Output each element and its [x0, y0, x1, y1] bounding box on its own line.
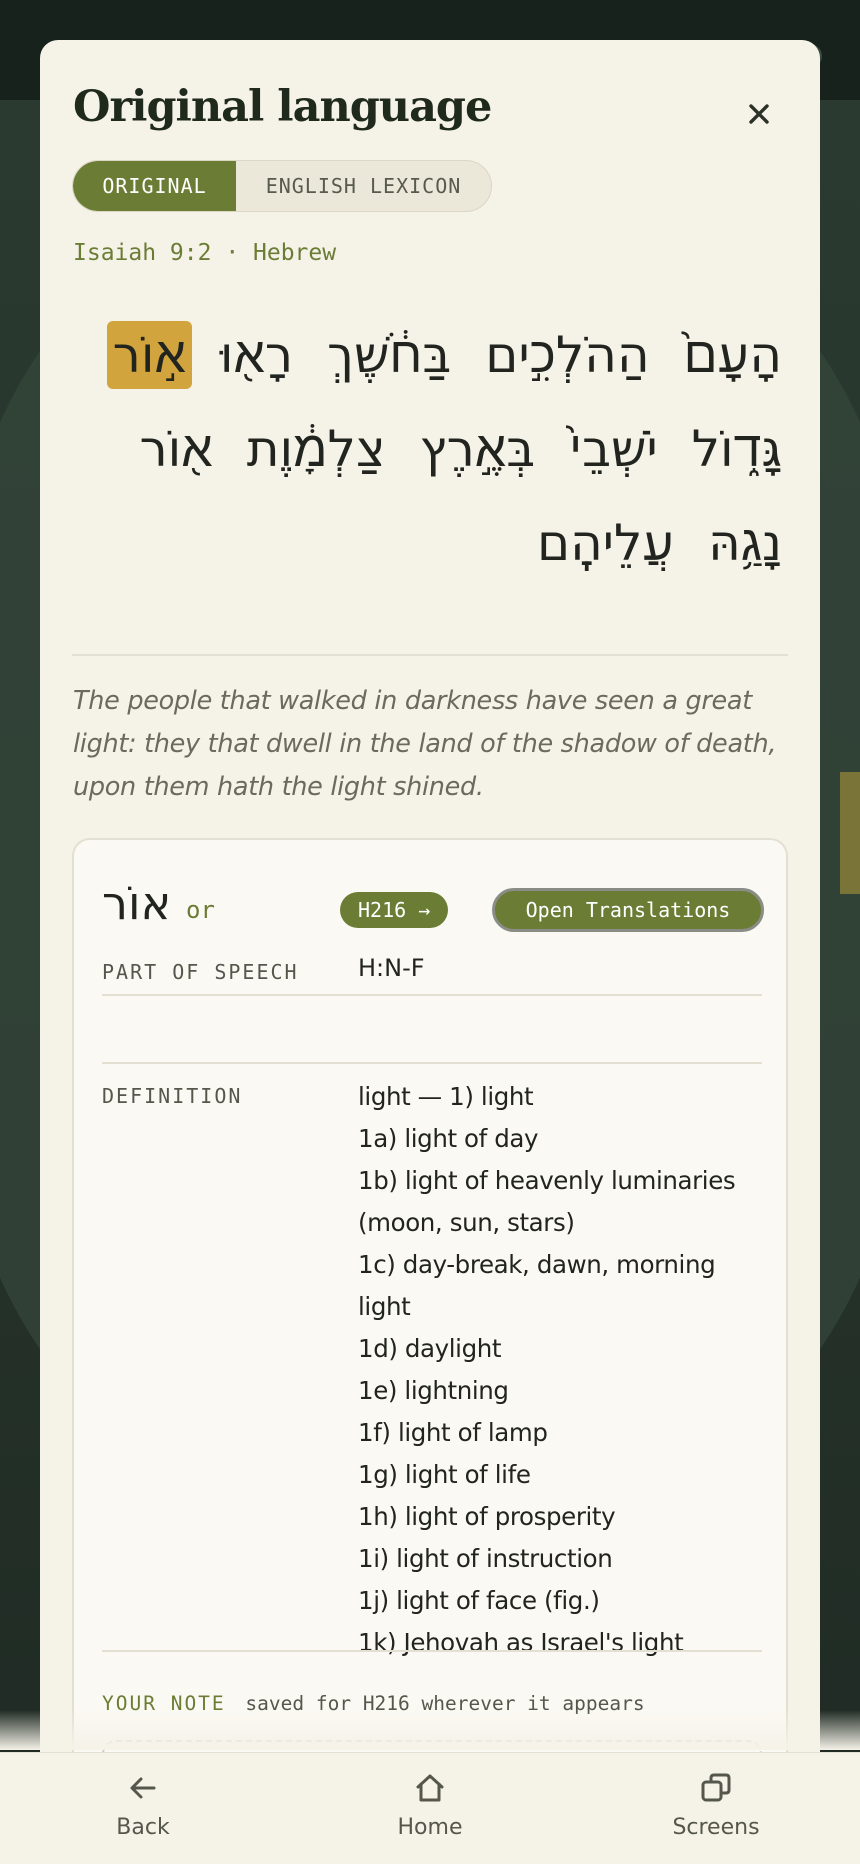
nav-back[interactable]: Back	[63, 1771, 223, 1840]
definition-item: 1f) light of lamp	[358, 1418, 548, 1447]
hebrew-word[interactable]: רָא֖וּ	[214, 321, 299, 389]
definition-item: 1b) light of heavenly luminaries (moon, …	[358, 1166, 736, 1237]
part-of-speech-label: PART OF SPEECH	[102, 960, 299, 984]
definition-item: 1k) Jehovah as Israel's light	[358, 1628, 684, 1657]
definition-item: 1d) daylight	[358, 1334, 502, 1363]
definition-item: 1h) light of prosperity	[358, 1502, 616, 1531]
scroll-fade	[0, 1710, 860, 1750]
screens-icon	[701, 1773, 731, 1802]
definition-item: 1a) light of day	[358, 1124, 539, 1153]
original-language-sheet: Original language ORIGINAL ENGLISH LEXIC…	[40, 40, 820, 1864]
hebrew-word[interactable]: גָּד֑וֹל	[686, 415, 788, 483]
transliteration: or	[186, 896, 215, 924]
hebrew-word[interactable]: צַלְמָ֔וֶת	[241, 415, 392, 483]
hebrew-word[interactable]: בְּאֶ֣רֶץ	[414, 415, 542, 483]
hebrew-verse: הָעָם֙ הַהֹלְכִ֣ים בַּחֹ֔שֶׁךְ רָא֖וּ א֣…	[72, 308, 788, 590]
hebrew-word[interactable]: עֲלֵיהֶֽם	[531, 509, 680, 577]
card-divider	[102, 994, 762, 996]
tab-original[interactable]: ORIGINAL	[73, 161, 236, 211]
view-toggle: ORIGINAL ENGLISH LEXICON	[72, 160, 492, 212]
nav-back-label: Back	[116, 1815, 170, 1840]
definition-item: light — 1) light	[358, 1082, 534, 1111]
hebrew-word-selected[interactable]: א֣וֹר	[106, 321, 192, 389]
sheet-title: Original language	[73, 82, 492, 132]
home-icon	[416, 1774, 444, 1802]
definition-item: 1e) lightning	[358, 1376, 509, 1405]
hebrew-word[interactable]: נָגַ֥הּ	[702, 509, 788, 577]
verse-reference: Isaiah 9:2 · Hebrew	[73, 240, 337, 266]
section-divider	[72, 654, 788, 656]
nav-screens-label: Screens	[672, 1815, 760, 1840]
hebrew-word[interactable]: הָעָם֙	[678, 321, 788, 389]
hebrew-word[interactable]: בַּחֹ֔שֶׁךְ	[321, 321, 457, 389]
definition-label: DEFINITION	[102, 1084, 243, 1108]
definition-item: 1j) light of face (fig.)	[358, 1586, 600, 1615]
definition-item: 1i) light of instruction	[358, 1544, 613, 1573]
background-highlight	[840, 772, 860, 894]
nav-home-label: Home	[397, 1815, 463, 1840]
hebrew-line: גָּד֑וֹל יֹשְׁבֵי֙ בְּאֶ֣רֶץ צַלְמָ֔וֶת …	[72, 402, 788, 496]
definition-item: 1g) light of life	[358, 1460, 531, 1489]
hebrew-line: הָעָם֙ הַהֹלְכִ֣ים בַּחֹ֔שֶׁךְ רָא֖וּ א֣…	[72, 308, 788, 402]
card-divider	[102, 1650, 762, 1652]
close-button[interactable]	[741, 96, 777, 132]
hebrew-word[interactable]: א֖וֹר	[133, 415, 218, 483]
close-icon	[749, 104, 769, 124]
card-divider	[102, 1062, 762, 1064]
bottom-navigation: Back Home Screens	[0, 1752, 860, 1864]
hebrew-line: נָגַ֥הּ עֲלֵיהֶֽם	[72, 496, 788, 590]
verse-translation: The people that walked in darkness have …	[73, 686, 777, 802]
strongs-number-button[interactable]: H216 →	[340, 892, 449, 928]
definition-list: light — 1) light 1a) light of day 1b) li…	[358, 1076, 758, 1664]
open-translations-button[interactable]: Open Translations	[492, 888, 764, 932]
nav-screens[interactable]: Screens	[636, 1771, 796, 1840]
nav-home[interactable]: Home	[350, 1771, 510, 1840]
hebrew-word[interactable]: הַהֹלְכִ֣ים	[479, 321, 655, 389]
arrow-left-icon	[130, 1777, 156, 1799]
lemma: אוֹר	[102, 876, 172, 930]
part-of-speech-value: H:N-F	[358, 954, 425, 982]
hebrew-word[interactable]: יֹשְׁבֵי֙	[563, 415, 664, 483]
tab-english-lexicon[interactable]: ENGLISH LEXICON	[236, 161, 491, 211]
definition-item: 1c) day-break, dawn, morning light	[358, 1250, 716, 1321]
